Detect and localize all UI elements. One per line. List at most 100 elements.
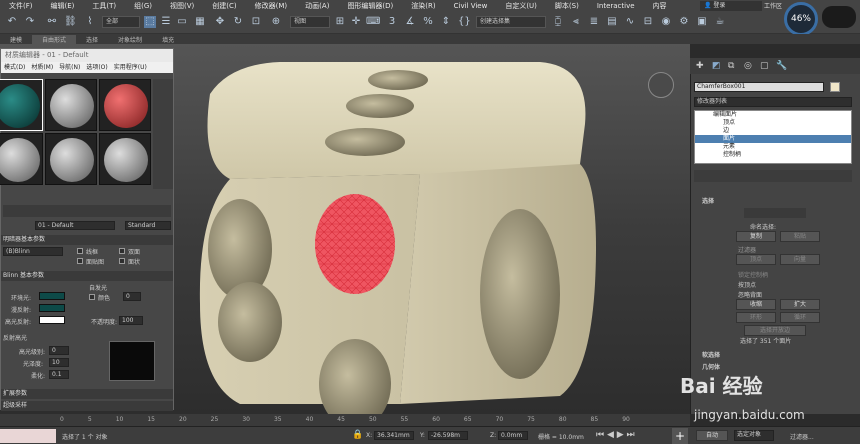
me-menu-utilities[interactable]: 实用程序(U): [114, 62, 147, 73]
menu-group[interactable]: 组(G): [125, 1, 161, 11]
object-name-field[interactable]: ChamferBox001: [694, 82, 824, 92]
motion-tab-icon[interactable]: ◎: [744, 61, 752, 71]
menu-tools[interactable]: 工具(T): [83, 1, 125, 11]
edit-named-sets-icon[interactable]: {}: [458, 16, 471, 28]
render-icon[interactable]: ☕: [714, 16, 726, 28]
stack-edge[interactable]: 边: [695, 127, 851, 135]
material-slot-2[interactable]: [45, 79, 97, 131]
spinner-snap-icon[interactable]: ⇕: [440, 16, 452, 28]
select-by-name-icon[interactable]: ☰: [160, 16, 172, 28]
snaps-toggle-icon[interactable]: 3: [386, 16, 398, 28]
menu-civil-view[interactable]: Civil View: [445, 2, 497, 10]
key-filter-dropdown[interactable]: 选定对象: [734, 430, 774, 441]
window-crossing-icon[interactable]: ▦: [194, 16, 206, 28]
viewcube-icon[interactable]: [648, 72, 674, 98]
menu-graph-editors[interactable]: 图形编辑器(D): [338, 1, 402, 11]
stack-patch[interactable]: 面片: [695, 135, 851, 143]
shader-dropdown[interactable]: (B)Blinn: [3, 247, 63, 256]
unlink-icon[interactable]: ⛓: [64, 16, 77, 28]
user-sign-in[interactable]: 👤 登录: [700, 1, 762, 11]
stack-edit-patch[interactable]: 编辑面片: [695, 111, 851, 119]
named-selection-dropdown[interactable]: 创建选择集: [476, 16, 546, 28]
rollout-supersampling[interactable]: 超级采样: [1, 401, 173, 411]
undo-icon[interactable]: ↶: [6, 16, 18, 28]
sub-object-level-icons[interactable]: [744, 208, 806, 218]
maxscript-listener[interactable]: [0, 429, 56, 443]
workspace-label[interactable]: 工作区: [764, 1, 782, 10]
rollout-shader-basic[interactable]: 明暗器基本参数: [1, 235, 173, 245]
schematic-view-icon[interactable]: ⊟: [642, 16, 654, 28]
x-coord-field[interactable]: 36.341mm: [374, 431, 414, 440]
menu-create[interactable]: 创建(C): [203, 1, 245, 11]
stack-element[interactable]: 元素: [695, 143, 851, 151]
create-tab-icon[interactable]: ✚: [696, 61, 704, 71]
faceted-checkbox[interactable]: [119, 258, 125, 264]
menu-edit[interactable]: 编辑(E): [42, 1, 84, 11]
menu-views[interactable]: 视图(V): [161, 1, 203, 11]
self-illum-value[interactable]: 0: [123, 292, 141, 301]
material-name-field[interactable]: 01 - Default: [35, 221, 115, 230]
filters-label[interactable]: 过滤器...: [790, 432, 814, 441]
menu-customize[interactable]: 自定义(U): [496, 1, 546, 11]
opacity-value[interactable]: 100: [119, 316, 143, 325]
pivot-center-icon[interactable]: ⊞: [334, 16, 346, 28]
grow-button[interactable]: 扩大: [780, 299, 820, 310]
soften-value[interactable]: 0.1: [49, 370, 69, 379]
render-setup-icon[interactable]: ⚙: [678, 16, 690, 28]
menu-interactive[interactable]: Interactive: [588, 2, 644, 10]
stack-vertex[interactable]: 顶点: [695, 119, 851, 127]
diffuse-color-swatch[interactable]: [39, 304, 65, 312]
reference-coord-dropdown[interactable]: 视图: [290, 16, 330, 28]
filter-vector-toggle[interactable]: 向量: [780, 254, 820, 265]
menu-file[interactable]: 文件(F): [0, 1, 42, 11]
place-icon[interactable]: ⊕: [270, 16, 282, 28]
by-vertex-label[interactable]: 按顶点: [738, 280, 756, 289]
ignore-backfacing-label[interactable]: 忽略背面: [738, 290, 762, 299]
select-object-icon[interactable]: ⬚: [144, 16, 156, 28]
z-coord-field[interactable]: 0.0mm: [498, 431, 528, 440]
rollout-selection[interactable]: 选择: [702, 196, 714, 205]
menu-animation[interactable]: 动画(A): [296, 1, 338, 11]
rollout-blinn-basic[interactable]: Blinn 基本参数: [1, 271, 173, 281]
menu-rendering[interactable]: 渲染(R): [402, 1, 444, 11]
me-menu-navigation[interactable]: 导航(N): [59, 62, 80, 73]
me-menu-material[interactable]: 材质(M): [31, 62, 53, 73]
object-color-swatch[interactable]: [830, 82, 840, 92]
material-slot-6[interactable]: [99, 133, 151, 185]
material-slot-4[interactable]: [0, 133, 43, 185]
layer-explorer-icon[interactable]: ≣: [588, 16, 600, 28]
spec-level-value[interactable]: 0: [49, 346, 69, 355]
scale-icon[interactable]: ⊡: [250, 16, 262, 28]
rect-selection-icon[interactable]: ▭: [176, 16, 188, 28]
move-icon[interactable]: ✥: [214, 16, 226, 28]
y-coord-field[interactable]: -26.598m: [428, 431, 468, 440]
menu-modifiers[interactable]: 修改器(M): [246, 1, 297, 11]
select-open-edges-button[interactable]: 选择开放边: [744, 325, 806, 336]
timeline-ruler[interactable]: 0 5 10 15 20 25 30 35 40 45 50 55 60 65 …: [0, 414, 690, 426]
scene-explorer-icon[interactable]: ▤: [606, 16, 618, 28]
ribbon-tab-modeling[interactable]: 建模: [0, 35, 32, 44]
rendered-frame-icon[interactable]: ▣: [696, 16, 708, 28]
specular-color-swatch[interactable]: [39, 316, 65, 324]
rollout-soft-selection[interactable]: 软选择: [702, 350, 720, 359]
me-menu-options[interactable]: 选项(O): [86, 62, 107, 73]
selection-filter-dropdown[interactable]: 全部: [102, 16, 140, 28]
face-map-checkbox[interactable]: [77, 258, 83, 264]
auto-key-button[interactable]: 自动: [696, 430, 728, 441]
add-time-tag-icon[interactable]: +: [672, 428, 688, 444]
wire-checkbox[interactable]: [77, 248, 83, 254]
menu-scripting[interactable]: 脚本(S): [546, 1, 588, 11]
modify-tab-icon[interactable]: ◩: [712, 61, 721, 71]
ambient-color-swatch[interactable]: [39, 292, 65, 300]
ribbon-tab-freeform[interactable]: 自由形式: [32, 34, 77, 44]
menu-content[interactable]: 内容: [644, 1, 676, 11]
lock-selection-icon[interactable]: 🔒: [352, 430, 363, 440]
display-tab-icon[interactable]: ▢: [760, 61, 769, 71]
percent-snap-icon[interactable]: %: [422, 16, 434, 28]
shrink-button[interactable]: 收缩: [736, 299, 776, 310]
ribbon-tab-object-paint[interactable]: 对象绘制: [108, 35, 152, 44]
paste-button[interactable]: 粘贴: [780, 231, 820, 242]
select-manipulate-icon[interactable]: ✛: [350, 16, 362, 28]
rotate-icon[interactable]: ↻: [232, 16, 244, 28]
modifier-list-dropdown[interactable]: 修改器列表: [694, 97, 852, 107]
